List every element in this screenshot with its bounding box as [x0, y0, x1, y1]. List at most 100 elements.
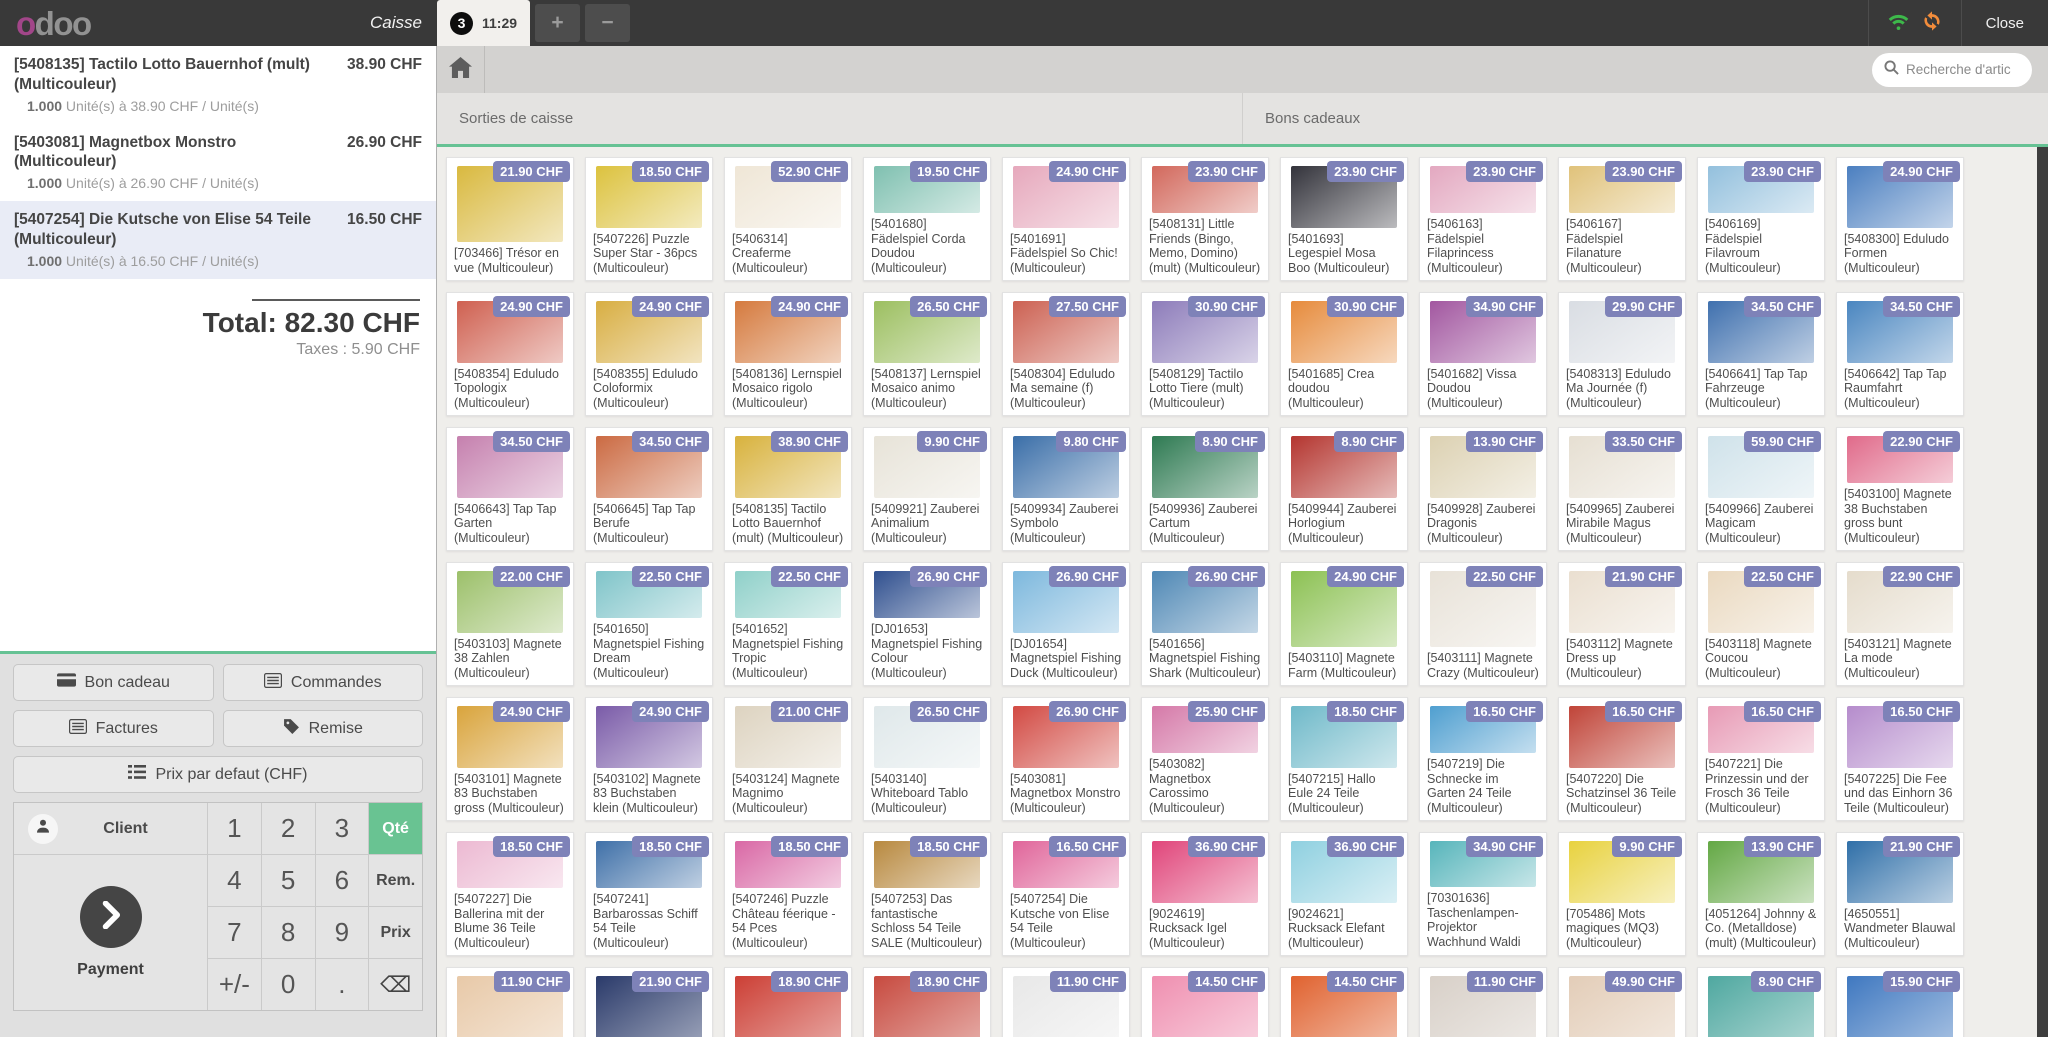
- product-card[interactable]: 16.50 CHF [5407220] Die Schatzinsel 36 T…: [1558, 697, 1686, 821]
- product-card[interactable]: 21.90 CHF [703466] Trésor en vue (Multic…: [446, 157, 574, 281]
- product-card[interactable]: 26.50 CHF [5403140] Whiteboard Tablo (Mu…: [863, 697, 991, 821]
- product-card[interactable]: 24.90 CHF [5401691] Fädelspiel So Chic! …: [1002, 157, 1130, 281]
- product-card[interactable]: 38.90 CHF [5408135] Tactilo Lotto Bauern…: [724, 427, 852, 551]
- numpad-key[interactable]: 4: [208, 855, 261, 906]
- product-card[interactable]: 24.90 CHF [5408354] Eduludo Topologix (M…: [446, 292, 574, 416]
- product-card[interactable]: 18.90 CHF: [863, 967, 991, 1037]
- product-card[interactable]: 34.50 CHF [5406642] Tap Tap Raumfahrt (M…: [1836, 292, 1964, 416]
- product-card[interactable]: 21.00 CHF [5403124] Magnete Magnimo (Mul…: [724, 697, 852, 821]
- product-card[interactable]: 18.90 CHF: [724, 967, 852, 1037]
- control-button[interactable]: Prix par defaut (CHF): [13, 756, 423, 793]
- product-card[interactable]: 52.90 CHF [5406314] Creaferme (Multicoul…: [724, 157, 852, 281]
- product-card[interactable]: 26.90 CHF [5401656] Magnetspiel Fishing …: [1141, 562, 1269, 686]
- product-card[interactable]: 24.90 CHF [5403101] Magnete 83 Buchstabe…: [446, 697, 574, 821]
- product-card[interactable]: 23.90 CHF [5406167] Fädelspiel Filanatur…: [1558, 157, 1686, 281]
- product-card[interactable]: 25.90 CHF [5403082] Magnetbox Carossimo …: [1141, 697, 1269, 821]
- product-card[interactable]: 9.80 CHF [5409934] Zauberei Symbolo (Mul…: [1002, 427, 1130, 551]
- numpad-key[interactable]: Prix: [369, 907, 422, 958]
- product-card[interactable]: 22.00 CHF [5403103] Magnete 38 Zahlen (M…: [446, 562, 574, 686]
- product-card[interactable]: 22.90 CHF [5403121] Magnete La mode (Mul…: [1836, 562, 1964, 686]
- product-card[interactable]: 18.50 CHF [5407253] Das fantastische Sch…: [863, 832, 991, 956]
- product-card[interactable]: 18.50 CHF [5407227] Die Ballerina mit de…: [446, 832, 574, 956]
- product-card[interactable]: 24.90 CHF [5408300] Eduludo Formen (Mult…: [1836, 157, 1964, 281]
- add-order-button[interactable]: +: [535, 4, 580, 42]
- product-card[interactable]: 8.90 CHF [5409936] Zauberei Cartum (Mult…: [1141, 427, 1269, 551]
- control-button[interactable]: Commandes: [223, 664, 424, 701]
- category-button[interactable]: Bons cadeaux: [1242, 93, 2048, 144]
- numpad-key[interactable]: Qté: [369, 803, 422, 854]
- product-card[interactable]: 34.50 CHF [5406645] Tap Tap Berufe (Mult…: [585, 427, 713, 551]
- sync-icon[interactable]: [1921, 10, 1943, 37]
- product-card[interactable]: 8.90 CHF: [1697, 967, 1825, 1037]
- numpad-key[interactable]: 3: [316, 803, 369, 854]
- product-card[interactable]: 34.50 CHF [5406643] Tap Tap Garten (Mult…: [446, 427, 574, 551]
- product-card[interactable]: 15.90 CHF: [1836, 967, 1964, 1037]
- product-card[interactable]: 14.50 CHF [4042386]: [1141, 967, 1269, 1037]
- product-card[interactable]: 21.90 CHF: [585, 967, 713, 1037]
- close-button[interactable]: Close: [1962, 0, 2048, 46]
- product-card[interactable]: 22.50 CHF [5401652] Magnetspiel Fishing …: [724, 562, 852, 686]
- product-card[interactable]: 36.90 CHF [9024621] Rucksack Elefant (Mu…: [1280, 832, 1408, 956]
- numpad-key[interactable]: 2: [262, 803, 315, 854]
- product-card[interactable]: 22.50 CHF [5403111] Magnete Crazy (Multi…: [1419, 562, 1547, 686]
- product-card[interactable]: 23.90 CHF [5406163] Fädelspiel Filaprinc…: [1419, 157, 1547, 281]
- product-card[interactable]: 18.50 CHF [5407215] Hallo Eule 24 Teile …: [1280, 697, 1408, 821]
- product-card[interactable]: 34.90 CHF [5401682] Vissa Doudou (Multic…: [1419, 292, 1547, 416]
- order-line[interactable]: [5408135] Tactilo Lotto Bauernhof (mult)…: [0, 46, 436, 124]
- product-card[interactable]: 59.90 CHF [5409966] Zauberei Magicam (Mu…: [1697, 427, 1825, 551]
- product-card[interactable]: 22.90 CHF [5403100] Magnete 38 Buchstabe…: [1836, 427, 1964, 551]
- product-card[interactable]: 24.90 CHF [5403110] Magnete Farm (Multic…: [1280, 562, 1408, 686]
- product-card[interactable]: 23.90 CHF [5408131] Little Friends (Bing…: [1141, 157, 1269, 281]
- product-card[interactable]: 16.50 CHF [5407221] Die Prinzessin und d…: [1697, 697, 1825, 821]
- product-card[interactable]: 16.50 CHF [5407225] Die Fee und das Einh…: [1836, 697, 1964, 821]
- product-card[interactable]: 14.50 CHF [4042387]: [1280, 967, 1408, 1037]
- product-card[interactable]: 18.50 CHF [5407226] Puzzle Super Star - …: [585, 157, 713, 281]
- numpad-key[interactable]: 7: [208, 907, 261, 958]
- home-category-button[interactable]: [437, 46, 485, 93]
- product-card[interactable]: 22.50 CHF [5403118] Magnete Coucou (Mult…: [1697, 562, 1825, 686]
- order-line[interactable]: [5403081] Magnetbox Monstro (Multicouleu…: [0, 124, 436, 202]
- product-card[interactable]: 9.90 CHF [705486] Mots magiques (MQ3) (M…: [1558, 832, 1686, 956]
- product-card[interactable]: 13.90 CHF [5409928] Zauberei Dragonis (M…: [1419, 427, 1547, 551]
- product-card[interactable]: 30.90 CHF [5401685] Crea doudou (Multico…: [1280, 292, 1408, 416]
- product-card[interactable]: 29.90 CHF [5408313] Eduludo Ma Journée (…: [1558, 292, 1686, 416]
- category-button[interactable]: Sorties de caisse: [437, 93, 1242, 144]
- numpad-key[interactable]: 9: [316, 907, 369, 958]
- control-button[interactable]: Remise: [223, 710, 424, 747]
- product-card[interactable]: 16.50 CHF [5407254] Die Kutsche von Elis…: [1002, 832, 1130, 956]
- numpad-key[interactable]: +/-: [208, 959, 261, 1010]
- product-card[interactable]: 26.90 CHF [5403081] Magnetbox Monstro (M…: [1002, 697, 1130, 821]
- product-card[interactable]: 22.50 CHF [5401650] Magnetspiel Fishing …: [585, 562, 713, 686]
- payment-button[interactable]: Payment: [14, 855, 207, 1010]
- client-button[interactable]: Client: [14, 803, 207, 854]
- product-card[interactable]: 11.90 CHF [276182514] Piraten: [1002, 967, 1130, 1037]
- product-card[interactable]: 24.90 CHF [5403102] Magnete 83 Buchstabe…: [585, 697, 713, 821]
- product-card[interactable]: 33.50 CHF [5409965] Zauberei Mirabile Ma…: [1558, 427, 1686, 551]
- product-card[interactable]: 8.90 CHF [5409944] Zauberei Horlogium (M…: [1280, 427, 1408, 551]
- product-card[interactable]: 24.90 CHF [5408136] Lernspiel Mosaico ri…: [724, 292, 852, 416]
- product-card[interactable]: 13.90 CHF [4051264] Johnny & Co. (Metall…: [1697, 832, 1825, 956]
- product-card[interactable]: 34.50 CHF [5406641] Tap Tap Fahrzeuge (M…: [1697, 292, 1825, 416]
- product-card[interactable]: 49.90 CHF: [1558, 967, 1686, 1037]
- product-card[interactable]: 27.50 CHF [5408304] Eduludo Ma semaine (…: [1002, 292, 1130, 416]
- numpad-key[interactable]: 1: [208, 803, 261, 854]
- product-card[interactable]: 21.90 CHF [4650551] Wandmeter Blauwal (M…: [1836, 832, 1964, 956]
- product-card[interactable]: 24.90 CHF [5408355] Eduludo Coloformix (…: [585, 292, 713, 416]
- remove-order-button[interactable]: −: [585, 4, 630, 42]
- numpad-key[interactable]: 6: [316, 855, 369, 906]
- numpad-key[interactable]: Rem.: [369, 855, 422, 906]
- product-card[interactable]: 19.50 CHF [5401680] Fädelspiel Corda Dou…: [863, 157, 991, 281]
- control-button[interactable]: Factures: [13, 710, 214, 747]
- active-order-tab[interactable]: 3 11:29: [437, 0, 530, 46]
- product-card[interactable]: 26.90 CHF [DJ01654] Magnetspiel Fishing …: [1002, 562, 1130, 686]
- numpad-key[interactable]: 8: [262, 907, 315, 958]
- product-card[interactable]: 26.90 CHF [DJ01653] Magnetspiel Fishing …: [863, 562, 991, 686]
- control-button[interactable]: Bon cadeau: [13, 664, 214, 701]
- product-card[interactable]: 18.50 CHF [5407241] Barbarossas Schiff 5…: [585, 832, 713, 956]
- order-line[interactable]: [5407254] Die Kutsche von Elise 54 Teile…: [0, 201, 436, 279]
- product-card[interactable]: 36.90 CHF [9024619] Rucksack Igel (Multi…: [1141, 832, 1269, 956]
- product-card[interactable]: 11.90 CHF: [1419, 967, 1547, 1037]
- product-card[interactable]: 23.90 CHF [5406169] Fädelspiel Filavroum…: [1697, 157, 1825, 281]
- search-input[interactable]: [1906, 62, 2020, 77]
- product-card[interactable]: 11.90 CHF: [446, 967, 574, 1037]
